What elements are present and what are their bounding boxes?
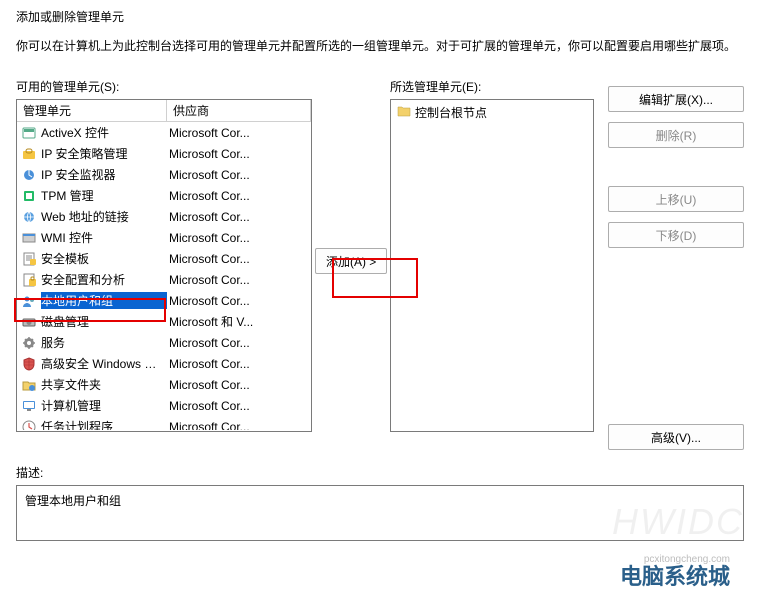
tpm-icon bbox=[21, 188, 37, 204]
list-item[interactable]: 共享文件夹Microsoft Cor... bbox=[17, 374, 311, 395]
description-box: 管理本地用户和组 bbox=[16, 485, 744, 541]
item-name: ActiveX 控件 bbox=[41, 124, 167, 141]
item-name: 共享文件夹 bbox=[41, 376, 167, 393]
item-name: 高级安全 Windows De... bbox=[41, 355, 167, 372]
item-name: 任务计划程序 bbox=[41, 418, 167, 430]
item-name: IP 安全监视器 bbox=[41, 166, 167, 183]
diskmgr-icon bbox=[21, 314, 37, 330]
brand-sub-text: pcxitongcheng.com bbox=[644, 554, 730, 565]
activex-icon bbox=[21, 125, 37, 141]
list-item[interactable]: Web 地址的链接Microsoft Cor... bbox=[17, 206, 311, 227]
item-name: 服务 bbox=[41, 334, 167, 351]
item-name: TPM 管理 bbox=[41, 187, 167, 204]
advanced-button[interactable]: 高级(V)... bbox=[608, 424, 744, 450]
shared-icon bbox=[21, 377, 37, 393]
main-columns: 可用的管理单元(S): 管理单元 供应商 ActiveX 控件Microsoft… bbox=[16, 78, 744, 450]
available-list[interactable]: 管理单元 供应商 ActiveX 控件Microsoft Cor...IP 安全… bbox=[16, 99, 312, 432]
sectmpl-icon bbox=[21, 251, 37, 267]
move-down-button[interactable]: 下移(D) bbox=[608, 222, 744, 248]
move-up-button[interactable]: 上移(U) bbox=[608, 186, 744, 212]
list-item[interactable]: WMI 控件Microsoft Cor... bbox=[17, 227, 311, 248]
remove-button[interactable]: 删除(R) bbox=[608, 122, 744, 148]
list-item[interactable]: 任务计划程序Microsoft Cor... bbox=[17, 416, 311, 430]
description-section: 描述: 管理本地用户和组 bbox=[16, 464, 744, 541]
middle-column: 添加(A) > bbox=[312, 78, 390, 274]
add-button[interactable]: 添加(A) > bbox=[315, 248, 387, 274]
list-item[interactable]: TPM 管理Microsoft Cor... bbox=[17, 185, 311, 206]
console-root-node[interactable]: 控制台根节点 bbox=[397, 104, 587, 121]
list-item[interactable]: 本地用户和组Microsoft Cor... bbox=[17, 290, 311, 311]
tasksched-icon bbox=[21, 419, 37, 431]
selected-label: 所选管理单元(E): bbox=[390, 78, 594, 95]
item-name: IP 安全策略管理 bbox=[41, 145, 167, 162]
item-vendor: Microsoft Cor... bbox=[167, 357, 311, 371]
item-vendor: Microsoft Cor... bbox=[167, 126, 311, 140]
firewall-icon bbox=[21, 356, 37, 372]
list-item[interactable]: 计算机管理Microsoft Cor... bbox=[17, 395, 311, 416]
item-vendor: Microsoft Cor... bbox=[167, 336, 311, 350]
item-name: 计算机管理 bbox=[41, 397, 167, 414]
add-button-wrap: 添加(A) > bbox=[315, 248, 387, 274]
item-vendor: Microsoft Cor... bbox=[167, 231, 311, 245]
actions-column: 编辑扩展(X)... 删除(R) 上移(U) 下移(D) 高级(V)... bbox=[608, 78, 744, 450]
item-vendor: Microsoft Cor... bbox=[167, 252, 311, 266]
list-item[interactable]: IP 安全策略管理Microsoft Cor... bbox=[17, 143, 311, 164]
secconf-icon bbox=[21, 272, 37, 288]
item-vendor: Microsoft Cor... bbox=[167, 399, 311, 413]
dialog-window: 添加或删除管理单元 你可以在计算机上为此控制台选择可用的管理单元并配置所选的一组… bbox=[0, 0, 760, 609]
item-name: Web 地址的链接 bbox=[41, 208, 167, 225]
wmi-icon bbox=[21, 230, 37, 246]
available-label: 可用的管理单元(S): bbox=[16, 78, 312, 95]
item-vendor: Microsoft Cor... bbox=[167, 210, 311, 224]
folder-icon bbox=[397, 105, 411, 120]
list-item[interactable]: 服务Microsoft Cor... bbox=[17, 332, 311, 353]
item-vendor: Microsoft Cor... bbox=[167, 189, 311, 203]
selected-column: 所选管理单元(E): 控制台根节点 bbox=[390, 78, 594, 432]
services-icon bbox=[21, 335, 37, 351]
available-column: 可用的管理单元(S): 管理单元 供应商 ActiveX 控件Microsoft… bbox=[16, 78, 312, 432]
item-vendor: Microsoft Cor... bbox=[167, 168, 311, 182]
edit-extensions-button[interactable]: 编辑扩展(X)... bbox=[608, 86, 744, 112]
console-root-label: 控制台根节点 bbox=[415, 104, 487, 121]
item-name: 磁盘管理 bbox=[41, 313, 167, 330]
header-name[interactable]: 管理单元 bbox=[17, 100, 167, 121]
item-vendor: Microsoft Cor... bbox=[167, 378, 311, 392]
brand-text: 电脑系统城 bbox=[620, 559, 730, 591]
selected-tree[interactable]: 控制台根节点 bbox=[390, 99, 594, 432]
list-item[interactable]: 安全配置和分析Microsoft Cor... bbox=[17, 269, 311, 290]
description-text: 管理本地用户和组 bbox=[25, 494, 121, 508]
compmgmt-icon bbox=[21, 398, 37, 414]
description-label: 描述: bbox=[16, 464, 744, 481]
header-vendor[interactable]: 供应商 bbox=[167, 100, 311, 121]
list-body[interactable]: ActiveX 控件Microsoft Cor...IP 安全策略管理Micro… bbox=[17, 122, 311, 430]
dialog-intro: 你可以在计算机上为此控制台选择可用的管理单元并配置所选的一组管理单元。对于可扩展… bbox=[16, 37, 744, 54]
weblink-icon bbox=[21, 209, 37, 225]
lusrmgr-icon bbox=[21, 293, 37, 309]
list-item[interactable]: 高级安全 Windows De...Microsoft Cor... bbox=[17, 353, 311, 374]
item-name: 安全模板 bbox=[41, 250, 167, 267]
item-vendor: Microsoft Cor... bbox=[167, 147, 311, 161]
ipsec-icon bbox=[21, 146, 37, 162]
item-name: 本地用户和组 bbox=[41, 292, 167, 309]
item-name: 安全配置和分析 bbox=[41, 271, 167, 288]
list-header[interactable]: 管理单元 供应商 bbox=[17, 100, 311, 122]
list-item[interactable]: 磁盘管理Microsoft 和 V... bbox=[17, 311, 311, 332]
item-name: WMI 控件 bbox=[41, 229, 167, 246]
ipmon-icon bbox=[21, 167, 37, 183]
item-vendor: Microsoft 和 V... bbox=[167, 313, 311, 330]
item-vendor: Microsoft Cor... bbox=[167, 420, 311, 431]
item-vendor: Microsoft Cor... bbox=[167, 294, 311, 308]
dialog-title: 添加或删除管理单元 bbox=[16, 8, 744, 25]
list-item[interactable]: 安全模板Microsoft Cor... bbox=[17, 248, 311, 269]
list-item[interactable]: ActiveX 控件Microsoft Cor... bbox=[17, 122, 311, 143]
list-item[interactable]: IP 安全监视器Microsoft Cor... bbox=[17, 164, 311, 185]
item-vendor: Microsoft Cor... bbox=[167, 273, 311, 287]
